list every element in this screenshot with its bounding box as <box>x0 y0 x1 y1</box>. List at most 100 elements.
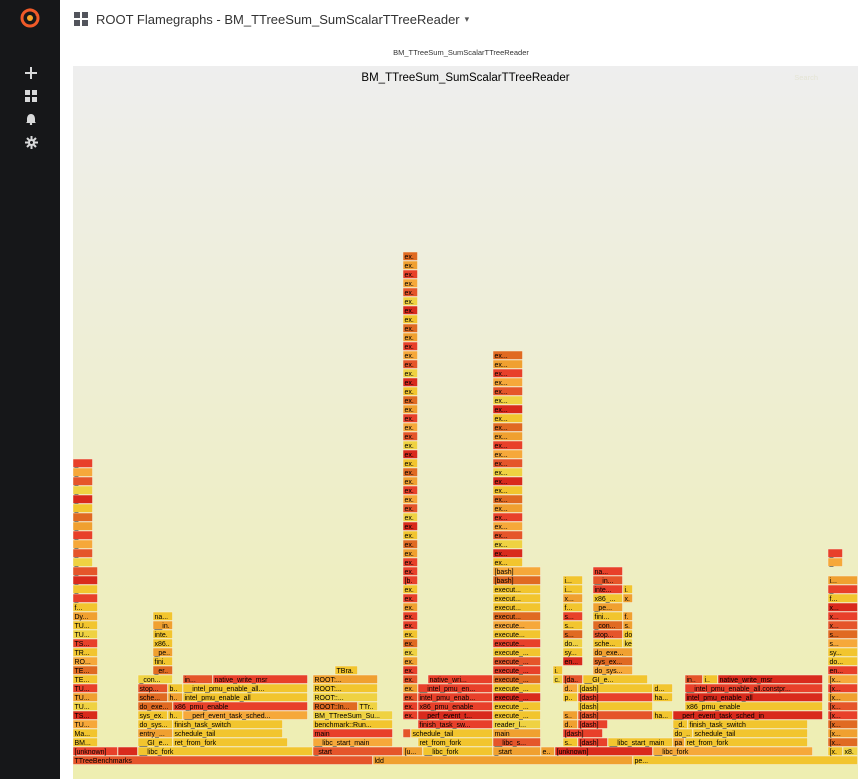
panel-title[interactable]: BM_TTreeSum_SumScalarTTreeReader <box>61 48 861 57</box>
flame-frame-64[interactable]: x86_pmu_enable <box>172 701 308 711</box>
flame-tower-0-frame-0[interactable]: ex. <box>402 557 418 567</box>
flame-tower-0-frame-17[interactable]: ex. <box>402 404 418 414</box>
flame-frame-25[interactable]: ret_from_fork <box>684 737 808 747</box>
flame-frame-19[interactable]: ret_from_fork <box>417 737 493 747</box>
flame-frame-125[interactable]: execute_... <box>492 656 541 666</box>
flame-frame-167[interactable]: x... <box>827 611 858 621</box>
flame-frame-173[interactable]: x... <box>827 602 858 612</box>
flame-frame-141[interactable]: sche... <box>592 638 623 648</box>
flame-frame-153[interactable]: __in. <box>152 620 173 630</box>
flame-frame-155[interactable]: execute... <box>492 620 541 630</box>
flame-frame-149[interactable]: stop... <box>592 629 623 639</box>
flame-frame-107[interactable]: c. <box>552 674 563 684</box>
flame-tower-0-frame-14[interactable]: ex. <box>402 431 418 441</box>
flame-frame-78[interactable]: ex. <box>402 692 418 702</box>
flame-frame-105[interactable]: native_wri... <box>427 674 493 684</box>
flame-frame-168[interactable]: f... <box>73 602 98 612</box>
flame-frame-136[interactable]: TS... <box>73 638 98 648</box>
flame-frame-70[interactable]: [dash] <box>577 701 653 711</box>
flame-frame-113[interactable]: [x... <box>827 674 858 684</box>
flame-tower-0-frame-5[interactable]: ex. <box>402 512 418 522</box>
flame-frame-75[interactable]: h.. <box>167 692 183 702</box>
flame-tower-0-frame-20[interactable]: ex. <box>402 377 418 387</box>
flame-frame-59[interactable]: ha... <box>652 710 673 720</box>
flame-tower-0-frame-3[interactable]: ex. <box>402 530 418 540</box>
flame-frame-29[interactable]: schedule_tail <box>172 728 283 738</box>
flame-frame-175[interactable]: ex. <box>402 593 418 603</box>
flame-tower-0-frame-25[interactable]: ex. <box>402 332 418 342</box>
flame-frame-158[interactable]: s. <box>622 620 633 630</box>
flame-frame-84[interactable]: intel_pmu_enable_all <box>684 692 823 702</box>
flame-frame-81[interactable]: p.. <box>562 692 578 702</box>
flame-tower-1-frame-3[interactable]: ex... <box>492 530 523 540</box>
flame-frame-68[interactable]: x86_pmu_enable <box>417 701 493 711</box>
flame-frame-187[interactable]: _ <box>827 584 858 594</box>
flame-frame-55[interactable]: __perf_event_t... <box>417 710 493 720</box>
gear-icon[interactable] <box>22 133 40 151</box>
flame-frame-82[interactable]: [dash] <box>577 692 653 702</box>
flame-tower-0-frame-6[interactable]: ex. <box>402 503 418 513</box>
flame-frame-191[interactable]: i... <box>562 575 583 585</box>
flame-frame-142[interactable]: ke <box>622 638 633 648</box>
flame-frame-20[interactable]: __libc_s... <box>492 737 541 747</box>
flame-frame-103[interactable]: ROOT:... <box>312 674 378 684</box>
flame-frame-28[interactable]: entry_... <box>137 728 173 738</box>
flame-frame-162[interactable]: ex. <box>402 611 418 621</box>
flame-tower-1-frame-13[interactable]: ex... <box>492 440 523 450</box>
flame-tower-1-frame-7[interactable]: ex... <box>492 494 523 504</box>
flame-frame-54[interactable]: ex. <box>402 710 418 720</box>
flame-frame-114[interactable]: TE... <box>73 665 98 675</box>
flame-frame-106[interactable]: execute_... <box>492 674 541 684</box>
flame-frame-176[interactable]: execut... <box>492 593 541 603</box>
flame-frame-117[interactable]: ex. <box>402 665 418 675</box>
flame-frame-120[interactable]: do_sys... <box>592 665 633 675</box>
flame-tower-2-frame-3[interactable]: _ <box>73 530 93 540</box>
flame-frame-102[interactable]: native_write_msr <box>212 674 308 684</box>
flame-frame-139[interactable]: execute... <box>492 638 541 648</box>
flame-frame-0[interactable]: TTreeBenchmarks <box>73 755 373 765</box>
flame-tower-2-frame-10[interactable]: _ <box>73 467 93 477</box>
flame-tower-0-frame-1[interactable]: ex. <box>402 548 418 558</box>
flame-frame-95[interactable]: [dash] <box>577 683 653 693</box>
flame-frame-48[interactable]: [x... <box>827 719 858 729</box>
flame-frame-123[interactable]: fini. <box>152 656 173 666</box>
flame-frame-143[interactable]: s... <box>827 638 858 648</box>
flame-frame-52[interactable]: __perf_event_task_sched... <box>182 710 308 720</box>
flame-frame-190[interactable]: [bash] <box>492 575 541 585</box>
flame-frame-121[interactable]: en... <box>827 665 858 675</box>
flame-frame-87[interactable]: stop... <box>137 683 168 693</box>
flame-tower-0-frame-26[interactable]: ex. <box>402 323 418 333</box>
flame-frame-14[interactable]: x8. <box>842 746 858 756</box>
flame-frame-138[interactable]: ex. <box>402 638 418 648</box>
flame-frame-77[interactable]: ROOT::... <box>312 692 378 702</box>
flame-frame-132[interactable]: execute_... <box>492 647 541 657</box>
flame-frame-188[interactable]: _ <box>73 575 98 585</box>
flame-frame-49[interactable]: TS... <box>73 710 98 720</box>
flame-frame-184[interactable]: i... <box>562 584 583 594</box>
flame-tower-1-frame-4[interactable]: ex... <box>492 521 523 531</box>
flame-frame-40[interactable]: finish_task_switch <box>172 719 283 729</box>
flame-frame-35[interactable]: do_.. <box>672 728 693 738</box>
flame-frame-30[interactable]: main <box>312 728 393 738</box>
flame-frame-71[interactable]: x86_pmu_enable <box>684 701 823 711</box>
flame-frame-61[interactable]: [x... <box>827 710 858 720</box>
flame-frame-74[interactable]: sche... <box>137 692 168 702</box>
flame-tower-0-frame-27[interactable]: ex. <box>402 314 418 324</box>
flame-frame-160[interactable]: Dy... <box>73 611 98 621</box>
flame-frame-178[interactable]: x86_... <box>592 593 623 603</box>
flame-frame-18[interactable]: __libc_start_main <box>312 737 393 747</box>
flame-frame-194[interactable]: _ <box>73 566 98 576</box>
flame-tower-1-frame-21[interactable]: ex... <box>492 368 523 378</box>
flame-frame-193[interactable]: i... <box>827 575 858 585</box>
flame-frame-47[interactable]: finish_task_switch <box>687 719 808 729</box>
flame-frame-31[interactable] <box>402 728 411 738</box>
flame-tower-1-frame-1[interactable]: ex... <box>492 548 523 558</box>
flame-frame-89[interactable]: __intel_pmu_enable_all... <box>182 683 308 693</box>
flame-tower-0-frame-11[interactable]: ex. <box>402 458 418 468</box>
flame-frame-53[interactable]: BM_TTreeSum_Su... <box>312 710 393 720</box>
flame-frame-109[interactable]: __GI_e... <box>582 674 648 684</box>
flame-tower-0-frame-10[interactable]: ex. <box>402 467 418 477</box>
flame-frame-38[interactable]: TU... <box>73 719 98 729</box>
flame-tower-0-frame-34[interactable]: ex. <box>402 251 418 261</box>
flame-frame-73[interactable]: TU... <box>73 692 98 702</box>
